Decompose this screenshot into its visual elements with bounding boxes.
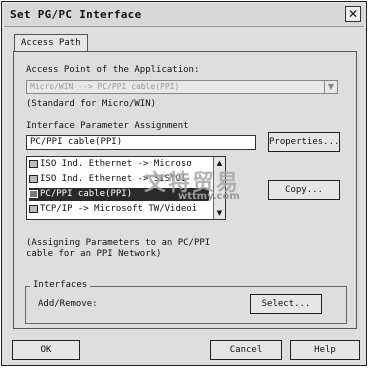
help-button[interactable]: Help: [290, 340, 360, 360]
set-pg-pc-interface-dialog: Set PG/PC Interface ✕ Access Path Access…: [1, 1, 367, 366]
watermark-url: wttmy.com: [178, 191, 240, 202]
access-point-value: Micro/WIN --> PC/PPI cable(PPI): [30, 82, 180, 91]
properties-button[interactable]: Properties...: [268, 132, 340, 152]
network-icon: [29, 204, 38, 213]
add-remove-label: Add/Remove:: [38, 299, 98, 309]
title-bar[interactable]: Set PG/PC Interface ✕: [4, 4, 364, 27]
window-title: Set PG/PC Interface: [10, 8, 142, 21]
select-button[interactable]: Select...: [250, 294, 322, 314]
close-button[interactable]: ✕: [345, 6, 361, 22]
network-icon: [29, 159, 38, 168]
network-icon: [29, 189, 38, 198]
copy-button[interactable]: Copy...: [268, 180, 340, 200]
interface-param-label: Interface Parameter Assignment: [26, 121, 189, 131]
access-point-label: Access Point of the Application:: [26, 65, 200, 75]
interface-param-field[interactable]: PC/PPI cable(PPI): [26, 135, 256, 150]
cancel-button[interactable]: Cancel: [210, 340, 282, 360]
access-point-dropdown[interactable]: Micro/WIN --> PC/PPI cable(PPI) ▼: [26, 80, 338, 94]
tab-access-path[interactable]: Access Path: [14, 34, 88, 52]
chevron-down-icon[interactable]: ▼: [324, 81, 337, 93]
list-item[interactable]: TCP/IP -> Microsoft TW/Videoi: [29, 203, 209, 216]
scroll-down-icon[interactable]: ▼: [214, 208, 225, 218]
close-icon: ✕: [347, 7, 359, 21]
interfaces-group-title: Interfaces: [30, 280, 91, 290]
description-text: (Assigning Parameters to an PC/PPI cable…: [26, 238, 211, 259]
access-point-note: (Standard for Micro/WIN): [26, 99, 157, 109]
network-icon: [29, 174, 38, 183]
ok-button[interactable]: OK: [12, 340, 80, 360]
